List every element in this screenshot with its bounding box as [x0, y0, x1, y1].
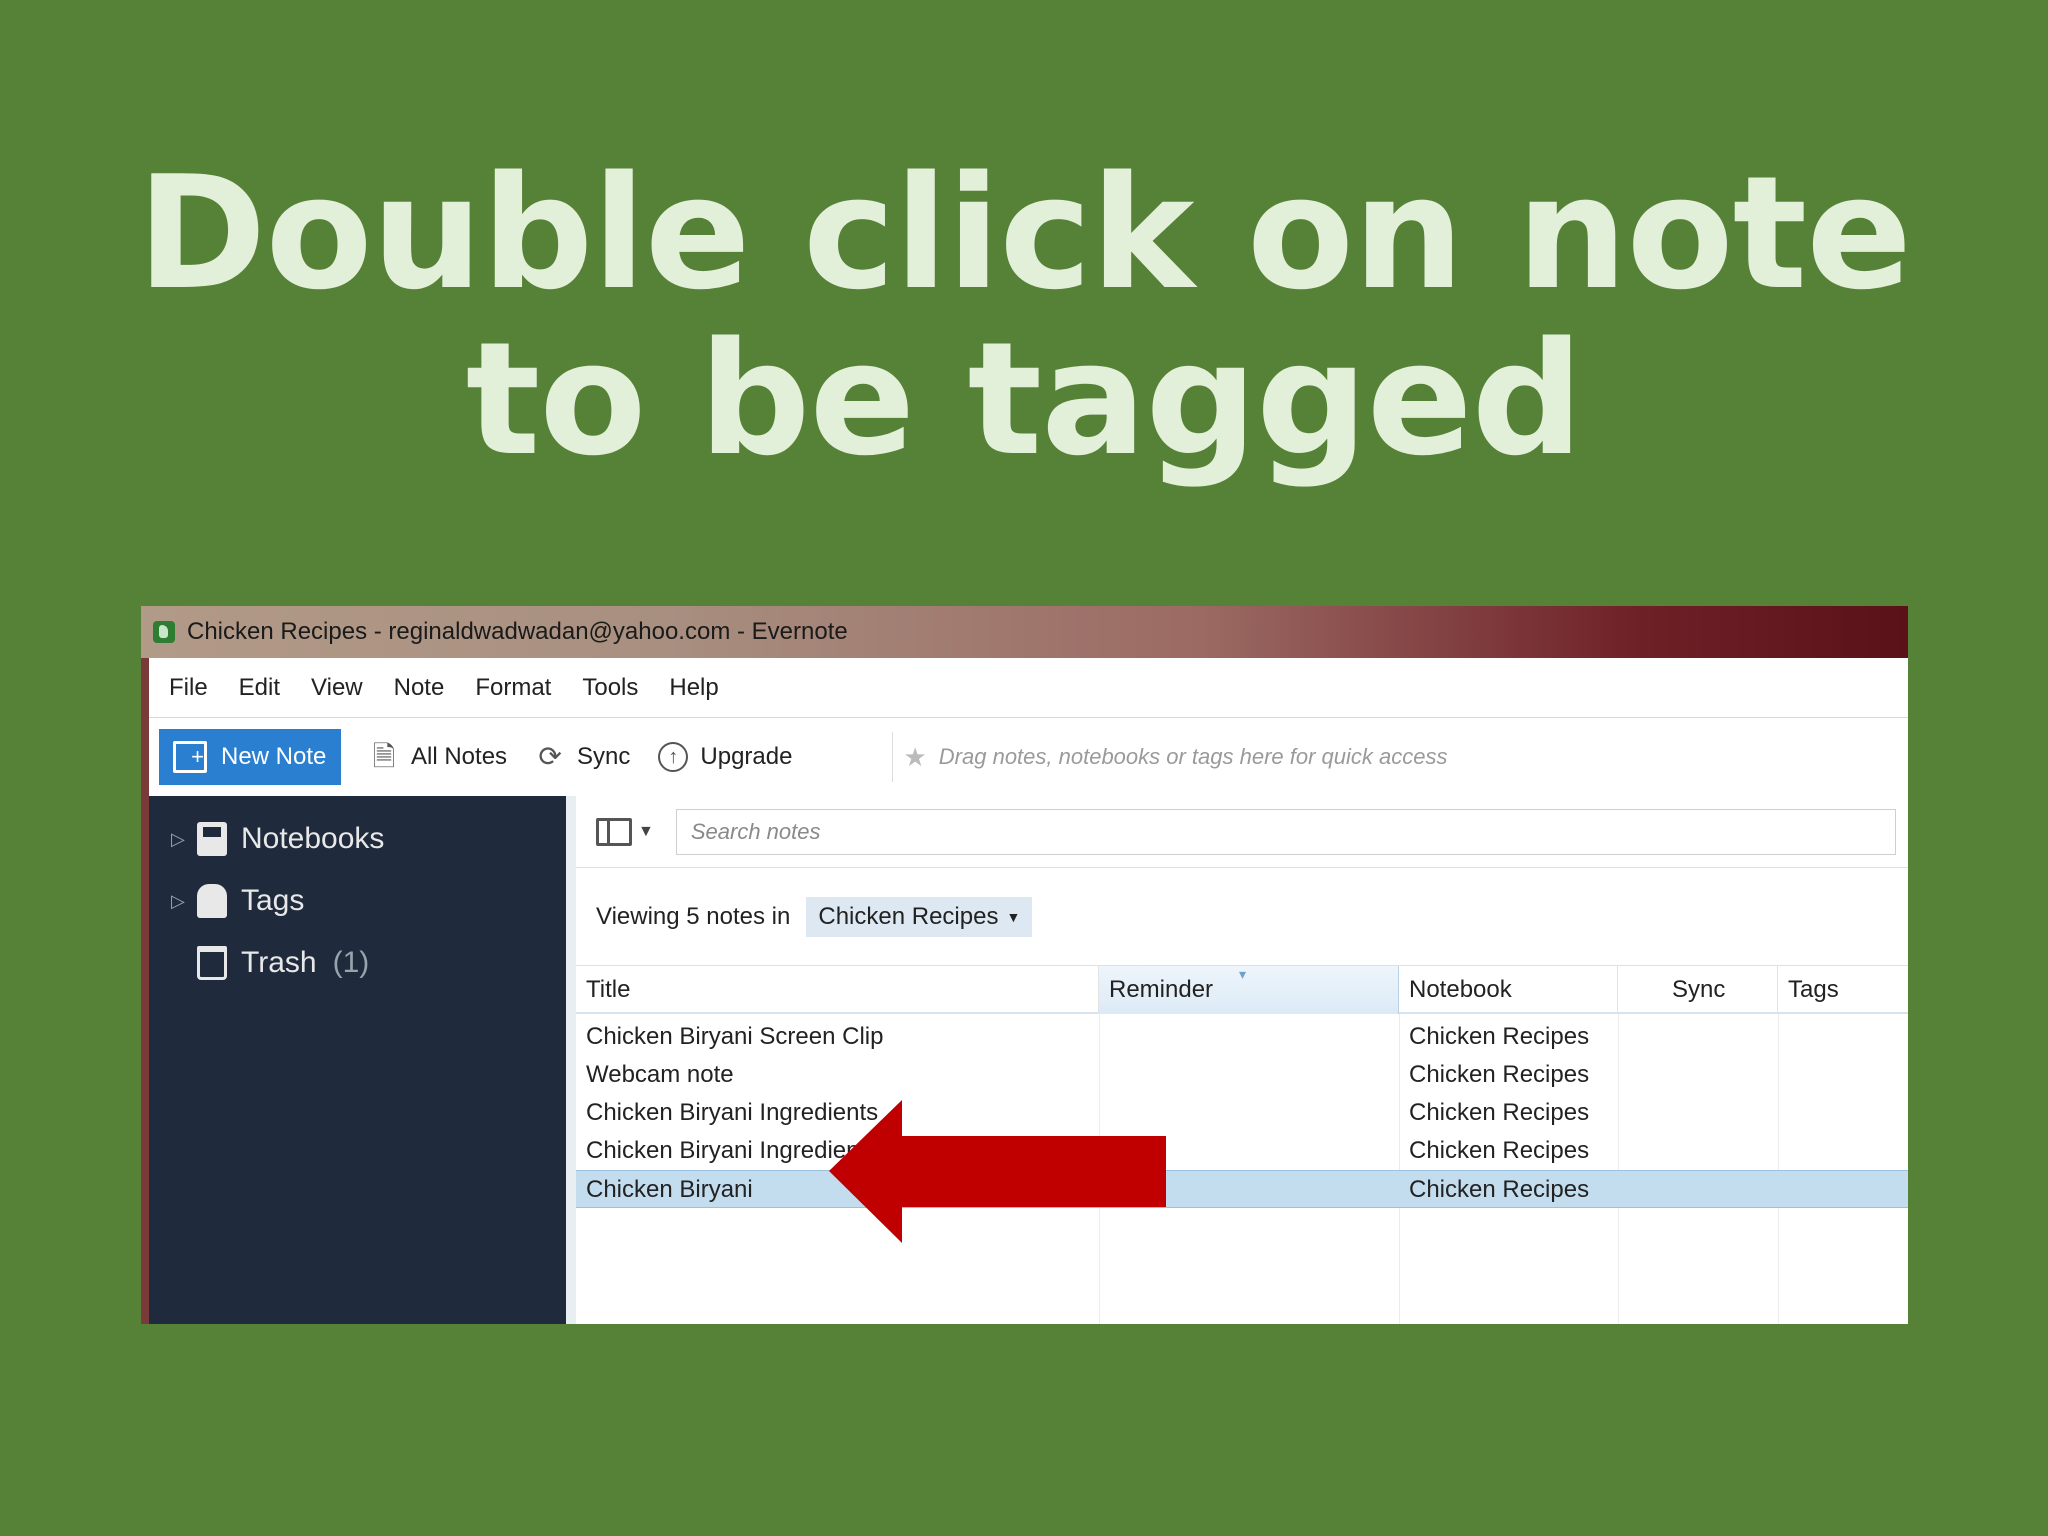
slide-title-line-1: Double click on note	[136, 142, 1912, 324]
trash-count: (1)	[332, 946, 370, 979]
note-notebook: Chicken Recipes	[1409, 1061, 1590, 1088]
column-header-notebook[interactable]: Notebook	[1399, 966, 1618, 1014]
menu-tools[interactable]: Tools	[582, 674, 638, 702]
all-notes-button[interactable]: 🗎 All Notes	[369, 742, 507, 772]
column-header-reminder-label: Reminder	[1109, 976, 1214, 1003]
table-row[interactable]: Chicken Biryani Ingredients Chicken Reci…	[576, 1094, 1908, 1132]
menu-bar: File Edit View Note Format Tools Help	[149, 658, 1908, 718]
slide-title-line-2: to be tagged	[465, 308, 1584, 490]
sidebar-item-notebooks[interactable]: ▷ Notebooks	[171, 822, 384, 856]
expand-arrow-icon[interactable]: ▷	[171, 829, 197, 850]
notebook-select-label: Chicken Recipes	[818, 902, 999, 930]
table-row[interactable]: Chicken Biryani Ingredients Chicken Reci…	[576, 1132, 1908, 1170]
sync-label: Sync	[577, 743, 631, 770]
notebook-icon	[197, 822, 227, 856]
sync-icon: ⟳	[538, 741, 562, 772]
column-header-sync[interactable]: Sync	[1618, 966, 1778, 1014]
menu-help[interactable]: Help	[669, 674, 718, 702]
search-row: ▼	[576, 796, 1908, 868]
note-notebook: Chicken Recipes	[1409, 1023, 1590, 1050]
pointer-arrow-icon	[829, 1100, 1166, 1243]
layout-icon	[596, 817, 632, 846]
sidebar-item-tags[interactable]: ▷ Tags	[171, 884, 304, 918]
note-title: Webcam note	[586, 1061, 734, 1088]
chevron-down-icon: ▼	[638, 822, 654, 840]
table-row[interactable]: Webcam note Chicken Recipes	[576, 1056, 1908, 1094]
column-header-tags[interactable]: Tags	[1778, 966, 1908, 1014]
column-header-reminder[interactable]: ▾ Reminder	[1099, 966, 1399, 1014]
menu-note[interactable]: Note	[394, 674, 445, 702]
view-options-button[interactable]: ▼	[596, 817, 654, 846]
menu-format[interactable]: Format	[475, 674, 551, 702]
note-list-panel: ▼ Viewing 5 notes in Chicken Recipes ▼ T…	[566, 796, 1908, 1324]
window-title: Chicken Recipes - reginaldwadwadan@yahoo…	[187, 618, 848, 645]
new-note-label: New Note	[221, 743, 327, 770]
note-notebook: Chicken Recipes	[1409, 1176, 1590, 1203]
table-header: Title ▾ Reminder Notebook Sync Tags	[576, 966, 1908, 1014]
upgrade-label: Upgrade	[700, 743, 793, 770]
menu-file[interactable]: File	[169, 674, 208, 702]
search-input[interactable]	[675, 808, 1896, 855]
new-note-icon: +	[173, 741, 207, 773]
sidebar-item-trash[interactable]: Trash (1)	[171, 946, 369, 980]
upgrade-arrow-icon: ↑	[658, 742, 689, 772]
trash-icon	[197, 946, 227, 980]
note-notebook: Chicken Recipes	[1409, 1099, 1590, 1126]
column-header-title[interactable]: Title	[576, 966, 1099, 1014]
note-notebook: Chicken Recipes	[1409, 1137, 1590, 1164]
slide-title: Double click on note to be tagged	[0, 150, 2048, 482]
new-note-button[interactable]: + New Note	[159, 729, 341, 785]
note-title: Chicken Biryani Screen Clip	[586, 1023, 884, 1050]
shortcuts-hint: Drag notes, notebooks or tags here for q…	[938, 744, 1448, 769]
sync-button[interactable]: ⟳ Sync	[535, 742, 630, 772]
notes-icon: 🗎	[372, 741, 396, 772]
table-row-selected[interactable]: Chicken Biryani Chicken Recipes	[576, 1170, 1908, 1208]
evernote-logo-icon	[153, 621, 175, 643]
left-sidebar: ▷ Notebooks ▷ Tags Trash (1)	[149, 796, 566, 1324]
window-titlebar[interactable]: Chicken Recipes - reginaldwadwadan@yahoo…	[141, 606, 1908, 658]
sidebar-item-label: Tags	[241, 884, 305, 917]
window-frame-edge	[141, 658, 149, 1324]
sort-indicator-icon: ▾	[1239, 966, 1247, 982]
menu-edit[interactable]: Edit	[239, 674, 280, 702]
viewing-count-text: Viewing 5 notes in	[596, 902, 791, 930]
all-notes-label: All Notes	[411, 743, 508, 770]
toolbar: + New Note 🗎 All Notes ⟳ Sync ↑ Upgrade …	[149, 718, 1908, 796]
expand-arrow-icon[interactable]: ▷	[171, 891, 197, 912]
notebook-select[interactable]: Chicken Recipes ▼	[806, 896, 1033, 937]
upgrade-button[interactable]: ↑ Upgrade	[658, 742, 792, 772]
table-row[interactable]: Chicken Biryani Screen Clip Chicken Reci…	[576, 1018, 1908, 1056]
sidebar-item-label: Trash	[241, 946, 317, 979]
notes-table: Title ▾ Reminder Notebook Sync Tags Chic…	[576, 966, 1908, 1324]
menu-view[interactable]: View	[311, 674, 363, 702]
sidebar-item-label: Notebooks	[241, 822, 385, 855]
chevron-down-icon: ▼	[1006, 908, 1021, 925]
star-icon: ★	[903, 741, 927, 772]
shortcuts-bar[interactable]: ★ Drag notes, notebooks or tags here for…	[892, 732, 1448, 782]
tag-icon	[197, 884, 227, 918]
